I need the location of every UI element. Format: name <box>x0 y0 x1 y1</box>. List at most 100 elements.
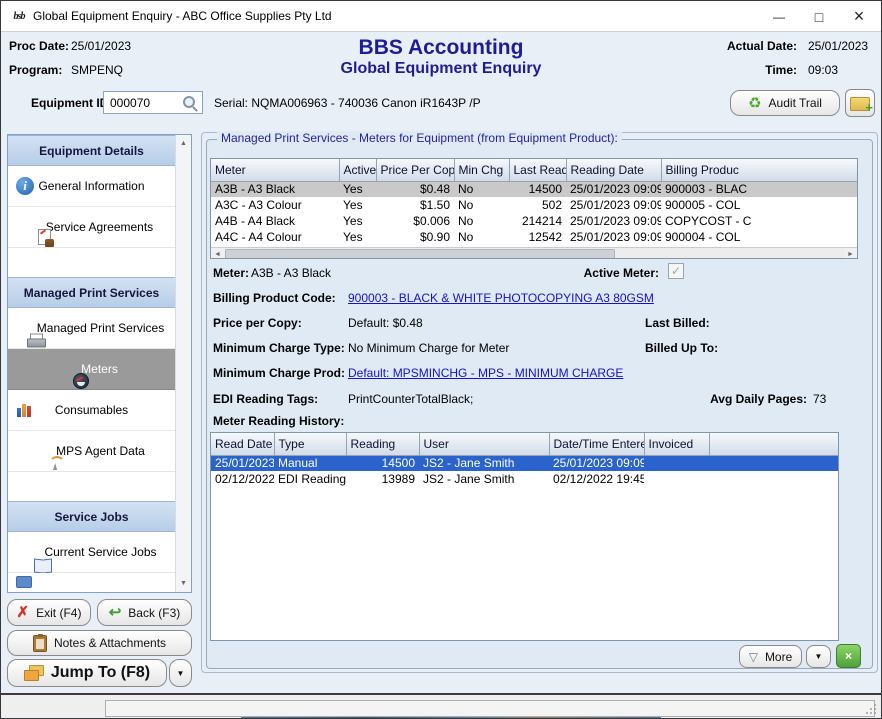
sidebar-item-service-agreements[interactable]: Service Agreements <box>8 207 175 248</box>
jump-label: Jump To (F8) <box>51 664 150 682</box>
audit-trail-button[interactable]: ♻ Audit Trail <box>730 90 840 116</box>
window-title: Global Equipment Enquiry - ABC Office Su… <box>33 9 332 23</box>
table-row[interactable]: A4B - A4 Black Yes $0.006 No 214214 25/0… <box>211 213 857 229</box>
col-meter[interactable]: Meter <box>211 159 339 181</box>
sidebar-section-service-jobs: Service Jobs <box>8 501 175 532</box>
scroll-down-icon[interactable]: ▼ <box>176 576 191 591</box>
col-active[interactable]: Active <box>339 159 376 181</box>
chevron-down-icon: ▼ <box>815 652 823 661</box>
col-price[interactable]: Price Per Copy <box>376 159 454 181</box>
sidebar-item-current-service-jobs[interactable]: Current Service Jobs <box>8 532 175 573</box>
window-controls: — □ × <box>759 1 879 32</box>
col-invoiced[interactable]: Invoiced <box>644 433 709 455</box>
back-button[interactable]: ↩ Back (F3) <box>97 599 192 626</box>
scroll-up-icon[interactable]: ▲ <box>176 136 191 151</box>
col-filler <box>709 433 838 455</box>
col-read-date[interactable]: Read Date <box>211 433 274 455</box>
table-row[interactable]: A4C - A4 Colour Yes $0.90 No 12542 25/01… <box>211 229 857 245</box>
avg-daily-pages-label: Avg Daily Pages: <box>677 392 807 406</box>
horizontal-scrollbar[interactable]: ◄ ► <box>211 247 857 259</box>
cell: 25/01/2023 <box>211 455 274 471</box>
billing-product-label: Billing Product Code: <box>213 291 336 305</box>
history-table[interactable]: Read Date Type Reading User Date/Time En… <box>211 433 839 487</box>
equipment-id-label: Equipment ID: <box>31 96 112 110</box>
sidebar-item-general-information[interactable]: i General Information <box>8 166 175 207</box>
edi-tags-label: EDI Reading Tags: <box>213 392 318 406</box>
scroll-right-icon[interactable]: ► <box>844 248 857 259</box>
export-excel-button[interactable]: × <box>836 644 861 668</box>
sidebar-spacer <box>8 472 175 501</box>
sidebar: Equipment Details i General Information … <box>7 134 192 593</box>
sidebar-scrollbar[interactable]: ▲ ▼ <box>175 135 191 592</box>
avg-daily-pages-value: 73 <box>813 392 826 406</box>
sidebar-item-partial[interactable] <box>8 573 175 592</box>
sidebar-item-mps-agent-data[interactable]: MPS Agent Data <box>8 431 175 472</box>
cell: 25/01/2023 09:09 <box>566 229 661 245</box>
minimize-icon[interactable]: — <box>759 1 799 32</box>
col-type[interactable]: Type <box>274 433 346 455</box>
sidebar-item-managed-print-services[interactable]: Managed Print Services <box>8 308 175 349</box>
more-button[interactable]: ▽ More <box>739 645 802 668</box>
meter-value: A3B - A3 Black <box>251 266 331 280</box>
notes-label: Notes & Attachments <box>54 636 166 650</box>
col-reading[interactable]: Reading <box>346 433 419 455</box>
clipboard-icon <box>33 635 47 652</box>
col-user[interactable]: User <box>419 433 549 455</box>
notes-attachments-button[interactable]: Notes & Attachments <box>7 630 192 656</box>
cell: No <box>454 181 509 197</box>
col-billing-product[interactable]: Billing Produc <box>661 159 857 181</box>
search-icon[interactable] <box>182 95 198 111</box>
chevron-down-icon: ▼ <box>177 669 185 678</box>
more-label: More <box>765 650 792 664</box>
meters-header-row[interactable]: Meter Active Price Per Copy Min Chg Last… <box>211 159 857 181</box>
recycle-icon: ♻ <box>748 96 761 111</box>
table-row[interactable]: 25/01/2023 Manual 14500 JS2 - Jane Smith… <box>211 455 838 471</box>
back-arrow-icon: ↩ <box>109 605 122 620</box>
table-row[interactable]: 02/12/2022 EDI Reading 13989 JS2 - Jane … <box>211 471 838 487</box>
app-window: bsb Global Equipment Enquiry - ABC Offic… <box>0 0 882 719</box>
sidebar-item-label: General Information <box>38 179 144 193</box>
agent-data-icon <box>46 455 64 471</box>
col-last-read[interactable]: Last Read <box>509 159 566 181</box>
cell: 02/12/2022 19:45 <box>549 471 644 487</box>
col-entered[interactable]: Date/Time Entered <box>549 433 644 455</box>
printer-icon <box>27 333 45 348</box>
table-row[interactable]: A3C - A3 Colour Yes $1.50 No 502 25/01/2… <box>211 197 857 213</box>
maximize-icon[interactable]: □ <box>799 1 839 32</box>
sidebar-item-label: MPS Agent Data <box>56 444 145 458</box>
new-folder-button[interactable] <box>845 89 875 117</box>
exit-label: Exit (F4) <box>36 606 81 620</box>
col-min-chg[interactable]: Min Chg <box>454 159 509 181</box>
min-charge-prod-link[interactable]: Default: MPSMINCHG - MPS - MINIMUM CHARG… <box>348 366 623 380</box>
billing-product-link[interactable]: 900003 - BLACK & WHITE PHOTOCOPYING A3 8… <box>348 291 654 305</box>
sidebar-list: Equipment Details i General Information … <box>8 135 175 592</box>
scroll-left-icon[interactable]: ◄ <box>211 248 224 260</box>
col-reading-date[interactable]: Reading Date <box>566 159 661 181</box>
excel-icon: × <box>845 649 852 663</box>
cell: $0.90 <box>376 229 454 245</box>
cell: 14500 <box>509 181 566 197</box>
jump-to-button[interactable]: Jump To (F8) <box>7 659 167 687</box>
cell: 25/01/2023 09:09 <box>566 213 661 229</box>
scrollbar-thumb[interactable] <box>225 249 615 259</box>
cell <box>644 455 709 471</box>
sidebar-section-equipment-details: Equipment Details <box>8 135 175 166</box>
active-meter-checkbox[interactable]: ✓ <box>668 263 684 279</box>
meters-table[interactable]: Meter Active Price Per Copy Min Chg Last… <box>211 159 858 245</box>
back-label: Back (F3) <box>128 606 180 620</box>
partial-item-icon <box>16 576 32 588</box>
sidebar-item-meters[interactable]: Meters <box>8 349 175 390</box>
sidebar-item-consumables[interactable]: Consumables <box>8 390 175 431</box>
last-billed-label: Last Billed: <box>645 316 710 330</box>
cell: 214214 <box>509 213 566 229</box>
cell: $0.006 <box>376 213 454 229</box>
history-header-row[interactable]: Read Date Type Reading User Date/Time En… <box>211 433 838 455</box>
more-dropdown-button[interactable]: ▼ <box>806 645 831 668</box>
table-row[interactable]: A3B - A3 Black Yes $0.48 No 14500 25/01/… <box>211 181 857 197</box>
cell: $0.48 <box>376 181 454 197</box>
groupbox-title: Managed Print Services - Meters for Equi… <box>217 131 622 145</box>
resize-grip[interactable] <box>866 704 876 714</box>
exit-button[interactable]: ✗ Exit (F4) <box>7 599 91 626</box>
jump-to-dropdown-button[interactable]: ▼ <box>169 659 192 687</box>
close-icon[interactable]: × <box>839 1 879 32</box>
